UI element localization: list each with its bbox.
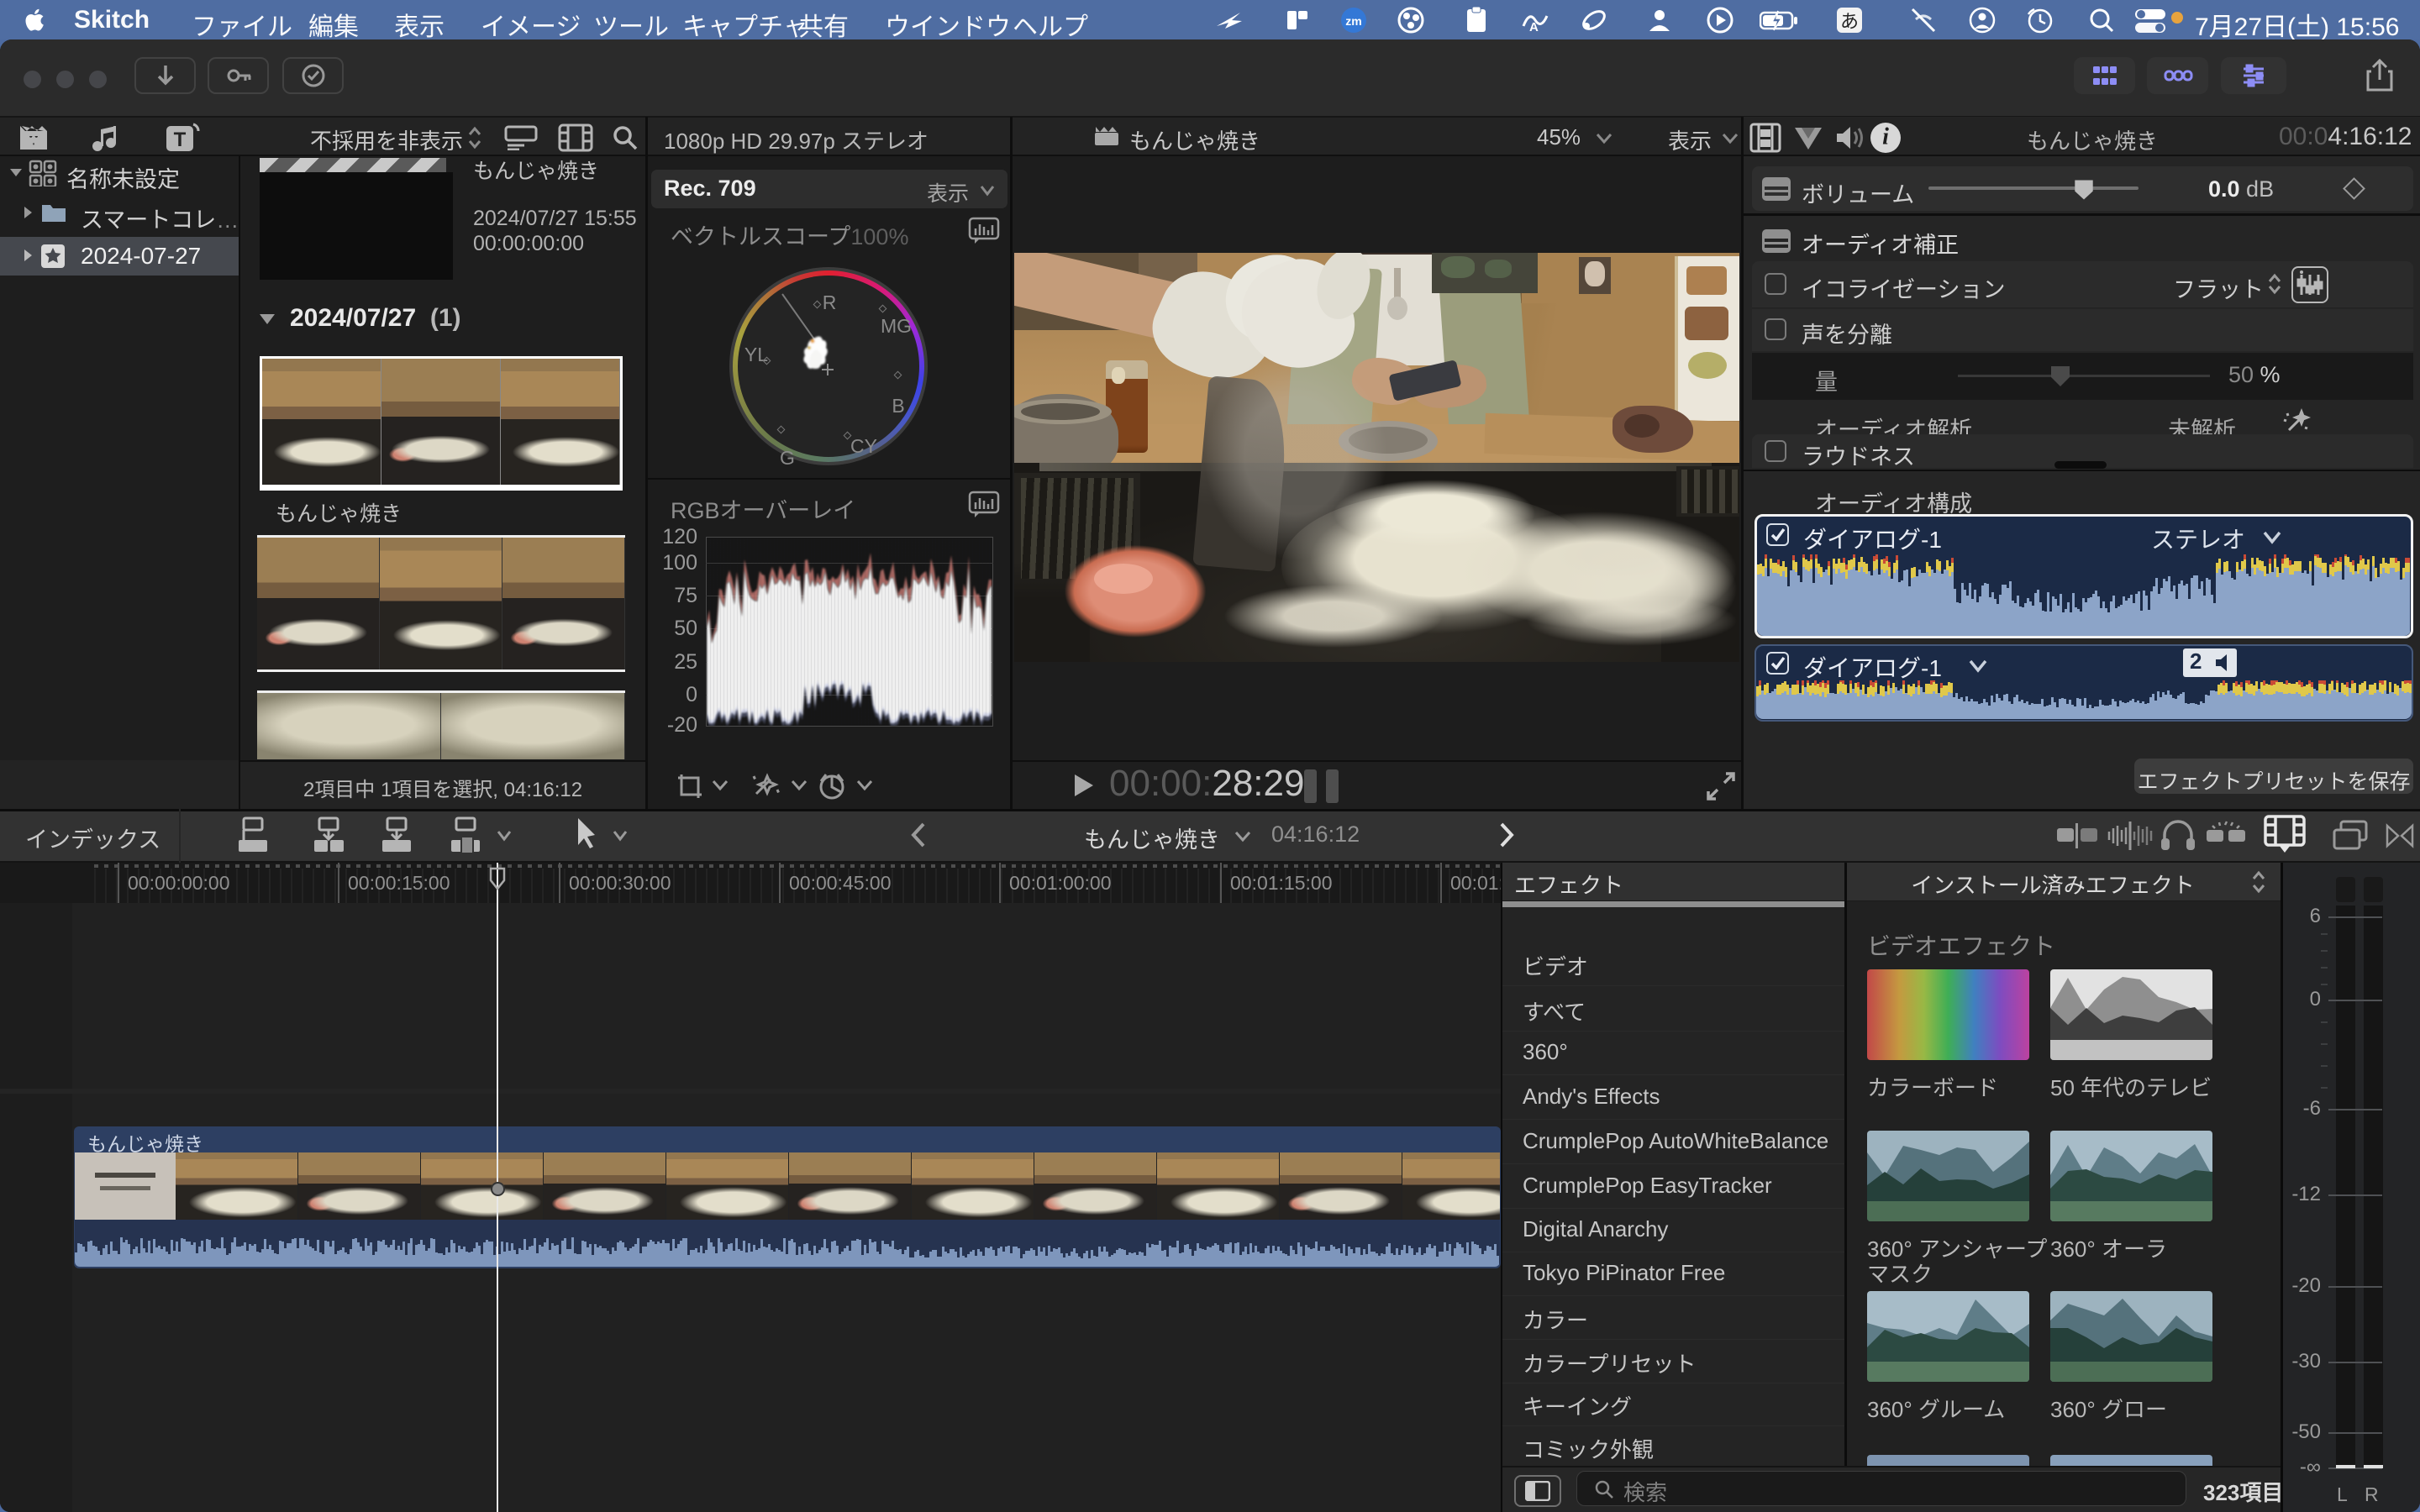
svg-text:あ: あ — [1840, 11, 1859, 32]
svg-text:T: T — [174, 129, 187, 151]
svg-text:A: A — [1529, 20, 1539, 34]
svg-text:zm: zm — [1345, 14, 1361, 28]
